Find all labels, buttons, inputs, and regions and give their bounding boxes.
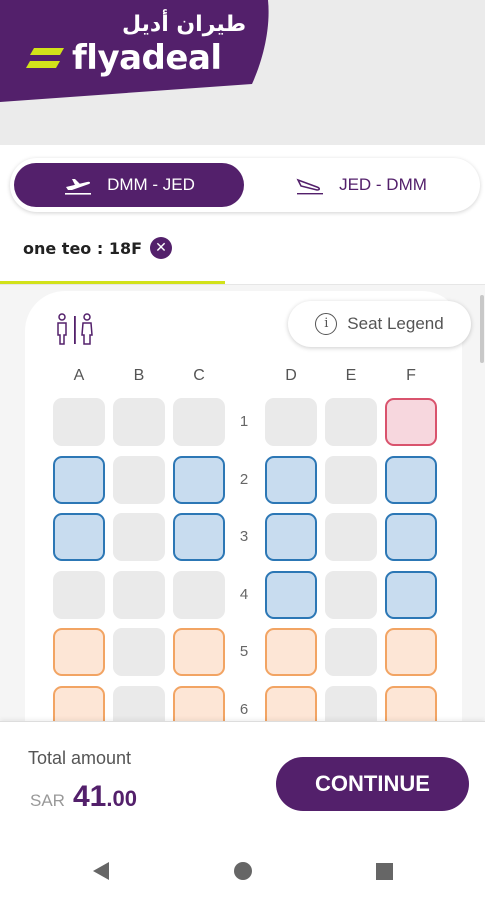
app-header: طيران أديل flyadeal [0,0,485,145]
seat-legend-label: Seat Legend [347,314,444,333]
system-nav-bar [0,841,485,900]
arrival-plane-icon [296,178,324,195]
row-number: 5 [239,643,249,660]
seat-6c[interactable] [173,685,225,725]
info-icon: i [315,313,338,335]
row-number: 4 [239,585,249,603]
seat-6a[interactable] [53,685,105,725]
seat-selection-panel: DMM - JED JED - DMM one teo : 18F ✕ i Se… [0,145,485,725]
seat-5f[interactable] [385,628,437,676]
route-label: JED - DMM [339,175,427,194]
seat-3e [325,513,377,561]
row-number: 1 [239,413,249,430]
seat-4c [173,570,225,619]
seat-2d[interactable] [265,455,317,504]
lavatory-icon [55,313,95,345]
seat-4e [325,570,377,619]
seat-3c[interactable] [173,513,225,561]
column-letter-d: D [285,367,297,384]
total-label: Total amount [28,748,132,768]
seat-4d[interactable] [265,570,317,619]
amount-decimal: .00 [106,786,137,811]
route-label: DMM - JED [107,175,195,194]
seat-6d[interactable] [265,685,317,725]
route-tab-return[interactable]: JED - DMM [246,163,476,207]
seat-legend-button[interactable]: i Seat Legend [288,301,471,347]
seat-1d [265,398,317,446]
passenger-label: one teo : 18F [23,238,143,258]
passenger-tab[interactable]: one teo : 18F ✕ [23,237,173,259]
row-number: 6 [239,700,249,718]
seat-1b [113,398,165,446]
column-letter-a: A [73,367,85,384]
logo-text: flyadeal [72,38,222,78]
home-icon[interactable] [234,862,252,880]
seat-6b [113,685,165,725]
departure-plane-icon [65,179,92,195]
column-letter-e: E [345,367,357,384]
seat-6e [325,685,377,725]
column-letter-b: B [133,367,145,384]
back-icon[interactable] [93,862,109,880]
seat-5a[interactable] [53,628,105,676]
logo-arabic: طيران أديل [122,12,247,37]
seat-4a [53,570,105,619]
route-toggle: DMM - JED JED - DMM [10,158,480,212]
close-icon[interactable]: ✕ [150,237,173,259]
seat-3a[interactable] [53,513,105,561]
seat-5c[interactable] [173,628,225,676]
seat-1e [325,398,377,446]
seat-5e [325,628,377,676]
footer-bar: Total amount SAR 41 .00 CONTINUE [0,721,485,841]
seat-5d[interactable] [265,628,317,676]
seat-3f[interactable] [385,513,437,561]
seat-2c[interactable] [173,455,225,504]
seat-5b [113,628,165,676]
seat-4f[interactable] [385,570,437,619]
recent-apps-icon[interactable] [376,863,393,880]
row-number: 3 [239,528,249,545]
row-number: 2 [239,470,249,488]
continue-button[interactable]: CONTINUE [276,757,469,811]
seat-1a [53,398,105,446]
seat-2f[interactable] [385,455,437,504]
amount-integer: 41 [72,780,107,813]
currency: SAR [30,791,65,810]
seat-1f[interactable] [385,398,437,446]
seat-4b [113,570,165,619]
seat-3d[interactable] [265,513,317,561]
seat-1c [173,398,225,446]
column-letter-f: F [406,367,416,384]
seat-6f[interactable] [385,685,437,725]
route-tab-outbound[interactable]: DMM - JED [14,163,244,207]
seat-3b [113,513,165,561]
total-amount: SAR 41 .00 [30,780,137,814]
logo-mark-icon [26,48,64,68]
scrollbar[interactable] [480,295,484,363]
seat-2e [325,455,377,504]
seat-2a[interactable] [53,455,105,504]
seat-2b [113,455,165,504]
column-letter-c: C [193,367,205,384]
